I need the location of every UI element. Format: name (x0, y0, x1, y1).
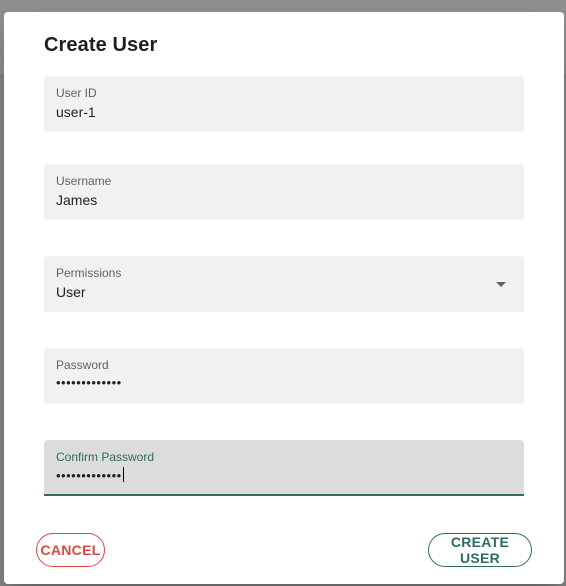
permissions-select[interactable]: Permissions User (44, 256, 524, 312)
password-input[interactable]: ••••••••••••• (56, 375, 122, 390)
user-id-label: User ID (56, 86, 97, 100)
password-field[interactable]: Password ••••••••••••• (44, 348, 524, 404)
password-label: Password (56, 358, 109, 372)
username-field[interactable]: Username James (44, 164, 524, 220)
confirm-password-text: ••••••••••••• (56, 468, 122, 483)
confirm-password-field[interactable]: Confirm Password ••••••••••••• (44, 440, 524, 496)
confirm-password-input[interactable]: ••••••••••••• (56, 467, 124, 483)
permissions-selected-value[interactable]: User (56, 284, 86, 300)
username-label: Username (56, 174, 112, 188)
create-user-dialog: Create User User ID user-1 Username Jame… (4, 12, 564, 584)
user-id-input[interactable]: user-1 (56, 104, 96, 120)
text-caret (122, 467, 124, 482)
confirm-password-label: Confirm Password (56, 450, 155, 464)
dialog-title: Create User (44, 34, 158, 56)
permissions-label: Permissions (56, 266, 122, 280)
cancel-button[interactable]: CANCEL (36, 533, 105, 567)
create-user-button[interactable]: CREATE USER (428, 533, 532, 567)
username-input[interactable]: James (56, 192, 97, 208)
user-id-field[interactable]: User ID user-1 (44, 76, 524, 132)
dropdown-arrow-icon[interactable] (496, 282, 506, 287)
